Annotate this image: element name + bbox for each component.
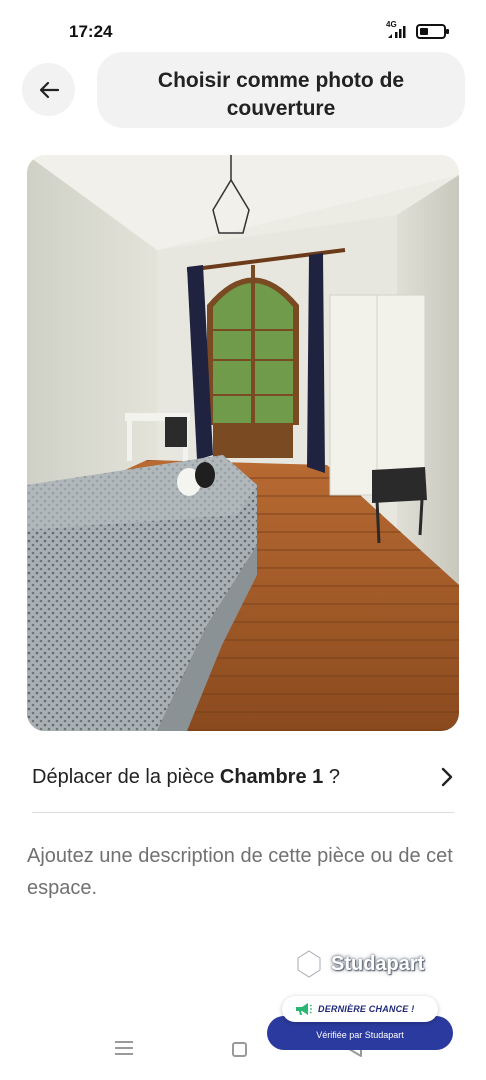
back-button[interactable]	[22, 63, 75, 116]
move-room-row[interactable]: Déplacer de la pièce Chambre 1 ?	[32, 752, 454, 802]
battery-level	[420, 27, 428, 35]
watermark-text: Studapart	[331, 952, 425, 975]
room-name: Chambre 1	[219, 765, 324, 788]
divider	[32, 812, 454, 813]
page-title: Choisir comme photo de couverture	[157, 69, 405, 120]
studapart-watermark: Studapart	[293, 948, 424, 980]
promo-badge[interactable]: DERNIÈRE CHANCE !	[282, 996, 438, 1022]
status-icons: 4G	[386, 20, 449, 40]
move-room-prefix: Déplacer de la pièce	[32, 765, 220, 788]
signal-icon: 4G	[386, 20, 408, 40]
studapart-logo-icon	[296, 949, 322, 979]
bedroom-photo[interactable]	[27, 155, 459, 731]
status-time: 17:24	[69, 22, 113, 41]
move-room-text: Déplacer de la pièce Chambre 1 ?	[32, 766, 340, 789]
arrow-left-icon	[39, 81, 59, 98]
verified-text: Vérifiée par Studapart	[316, 1030, 404, 1040]
title-pill: Choisir comme photo de couverture	[97, 52, 465, 128]
network-type: 4G	[386, 20, 397, 29]
menu-icon[interactable]	[115, 1040, 133, 1056]
battery-icon	[416, 23, 449, 39]
description-field[interactable]: Ajoutez une description de cette pièce o…	[27, 840, 457, 904]
megaphone-icon	[296, 1003, 312, 1015]
move-room-suffix: ?	[323, 765, 340, 788]
home-icon[interactable]	[232, 1042, 247, 1057]
promo-text: DERNIÈRE CHANCE !	[318, 1004, 415, 1014]
chevron-right-icon	[441, 767, 453, 787]
status-bar: 17:24 4G	[0, 0, 486, 56]
